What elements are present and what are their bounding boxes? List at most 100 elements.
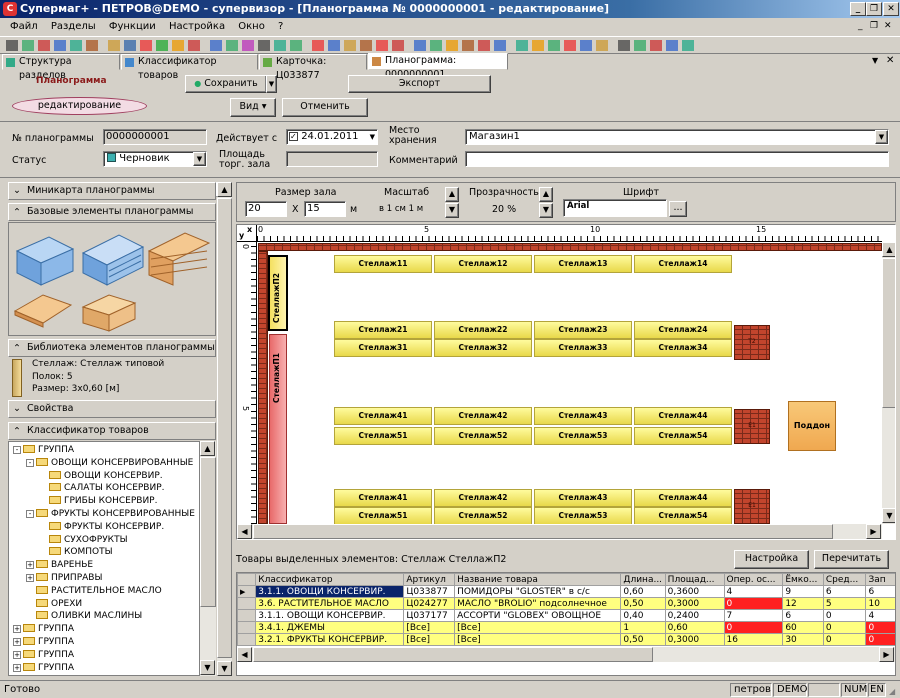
down4-icon[interactable]: [618, 40, 630, 51]
table-cell[interactable]: ПОМИДОРЫ "GLOSTER" в с/с: [454, 585, 622, 598]
restore-button[interactable]: ❐: [866, 2, 882, 16]
library-item-name[interactable]: Стеллаж: Стеллаж типовой: [32, 359, 164, 369]
stack-icon[interactable]: [516, 40, 528, 51]
list-icon[interactable]: [446, 40, 458, 51]
save-dropdown-button[interactable]: ▼: [266, 75, 277, 93]
canvas-scroll-up[interactable]: ▲: [882, 242, 895, 257]
library-header[interactable]: ⌃ Библиотека элементов планограммы: [8, 339, 216, 357]
number-field[interactable]: 0000000001: [103, 129, 207, 145]
column-header[interactable]: Классификатор: [255, 573, 405, 586]
column-header[interactable]: Артикул: [403, 573, 456, 586]
table-cell[interactable]: Ц024277: [403, 597, 456, 610]
expand-icon[interactable]: +: [26, 561, 34, 570]
shelf-element[interactable]: Стеллаж11: [334, 255, 432, 273]
table-cell[interactable]: 3.1.1. ОВОЩИ КОНСЕРВИР.: [255, 585, 405, 598]
tree-node[interactable]: КОМПОТЫ: [39, 546, 113, 558]
shelf-element[interactable]: Стеллаж13: [534, 255, 632, 273]
column-header[interactable]: Зап: [865, 573, 895, 586]
table-cell[interactable]: 0: [822, 609, 867, 622]
goods-hscrollbar[interactable]: ◀ ▶: [237, 647, 895, 662]
table-cell[interactable]: Ц037177: [403, 609, 456, 622]
tab-card[interactable]: Карточка: Ц033877: [259, 54, 367, 81]
tab-classifier[interactable]: Классификатор товаров: [121, 54, 258, 81]
table-cell[interactable]: [Все]: [454, 621, 622, 634]
table-cell[interactable]: 0: [865, 621, 895, 634]
table-cell[interactable]: 0: [723, 597, 784, 610]
tree-node[interactable]: + ГРУППА: [13, 623, 74, 635]
collapse-icon[interactable]: -: [26, 458, 34, 467]
plan-icon[interactable]: [494, 40, 506, 51]
comment-field[interactable]: [465, 151, 889, 167]
table-cell[interactable]: 0: [822, 633, 867, 646]
link-icon[interactable]: [376, 40, 388, 51]
menu-window[interactable]: Окно: [238, 21, 265, 32]
grid-icon[interactable]: [650, 40, 662, 51]
table-cell[interactable]: 0: [865, 633, 895, 646]
shelving-wood-icon[interactable]: [147, 232, 211, 286]
table-cell[interactable]: 4: [865, 609, 895, 622]
shelf-vertical-p1[interactable]: СтеллажП1: [269, 334, 287, 524]
menu-settings[interactable]: Настройка: [169, 21, 225, 32]
shelf-element[interactable]: Стеллаж43: [534, 489, 632, 507]
arrow-icon[interactable]: [328, 40, 340, 51]
tabs-dropdown-icon[interactable]: ▼: [872, 56, 878, 65]
base-elements-header[interactable]: ⌃ Базовые элементы планограммы: [8, 203, 216, 221]
table-cell[interactable]: 7: [723, 609, 784, 622]
table-cell[interactable]: 3.2.1. ФРУКТЫ КОНСЕРВИР.: [255, 633, 405, 646]
calc2-icon[interactable]: [666, 40, 678, 51]
filter-icon[interactable]: [124, 40, 136, 51]
close-window-button[interactable]: ✕: [883, 2, 899, 16]
table-cell[interactable]: МАСЛО "BROLIO" подсолнечное: [454, 597, 622, 610]
report-icon[interactable]: [140, 40, 152, 51]
tree-node[interactable]: + ГРУППА: [13, 636, 74, 648]
table-cell[interactable]: 12: [782, 597, 824, 610]
resize-grip-icon[interactable]: ◢: [889, 687, 895, 696]
shelf-element[interactable]: Стеллаж52: [434, 507, 532, 525]
tree-scrollbar[interactable]: ▲ ▼: [200, 441, 216, 676]
copy-icon[interactable]: [108, 40, 120, 51]
tree-node[interactable]: - ОВОЩИ КОНСЕРВИРОВАННЫЕ: [26, 457, 193, 469]
column-header[interactable]: Длина...: [620, 573, 666, 586]
table-icon[interactable]: [22, 40, 34, 51]
column-header[interactable]: Опер. ос...: [723, 573, 784, 586]
print-icon[interactable]: [70, 40, 82, 51]
menu-sections[interactable]: Разделы: [51, 21, 96, 32]
canvas-scroll-right[interactable]: ▶: [866, 524, 881, 539]
nav-icon[interactable]: [226, 40, 238, 51]
tab-sections[interactable]: Структура разделов: [2, 54, 120, 81]
warn-icon[interactable]: [430, 40, 442, 51]
doc-icon[interactable]: [210, 40, 222, 51]
canvas-vscrollbar[interactable]: ▲ ▼: [882, 242, 895, 524]
scale-down-button[interactable]: ▼: [445, 203, 459, 218]
shelf-element[interactable]: Стеллаж54: [634, 427, 732, 445]
table-cell[interactable]: АССОРТИ "GLOBEX" ОВОЩНОЕ: [454, 609, 622, 622]
tree-node[interactable]: СУХОФРУКТЫ: [39, 534, 128, 546]
table-cell[interactable]: 30: [782, 633, 824, 646]
shelf-element[interactable]: Стеллаж52: [434, 427, 532, 445]
calc-icon[interactable]: [172, 40, 184, 51]
mark-icon[interactable]: [634, 40, 646, 51]
transparency-down-button[interactable]: ▼: [539, 203, 553, 218]
status-dropdown-icon[interactable]: ▼: [193, 152, 206, 166]
shelf-element[interactable]: Стеллаж53: [534, 507, 632, 525]
canvas-vscroll-thumb[interactable]: [882, 258, 895, 408]
properties-header[interactable]: ⌄ Свойства: [8, 400, 216, 418]
pallet-element-icon[interactable]: [13, 294, 73, 328]
box-element-icon[interactable]: [81, 294, 137, 332]
shelving-blue-icon[interactable]: [81, 234, 145, 286]
table-row[interactable]: 3.4.1. ДЖЕМЫ [Все] [Все] 1 0,60 0 60 0 0: [237, 621, 895, 634]
shelf-element[interactable]: Стеллаж44: [634, 407, 732, 425]
expand-icon[interactable]: +: [13, 650, 21, 659]
table-cell[interactable]: 0,3000: [664, 597, 725, 610]
table-row[interactable]: 3.1.1. ОВОЩИ КОНСЕРВИР. Ц037177 АССОРТИ "G…: [237, 609, 895, 622]
table-cell[interactable]: [Все]: [403, 621, 456, 634]
table-cell[interactable]: 5: [822, 597, 867, 610]
area-field[interactable]: [286, 151, 378, 167]
shelf-element[interactable]: Стеллаж51: [334, 507, 432, 525]
minimize-button[interactable]: _: [850, 2, 866, 16]
delete-icon[interactable]: [478, 40, 490, 51]
cut-icon[interactable]: [258, 40, 270, 51]
canvas-hscroll-thumb[interactable]: [253, 524, 833, 539]
table-cell[interactable]: 0,60: [620, 585, 666, 598]
shelf-element[interactable]: Стеллаж41: [334, 489, 432, 507]
